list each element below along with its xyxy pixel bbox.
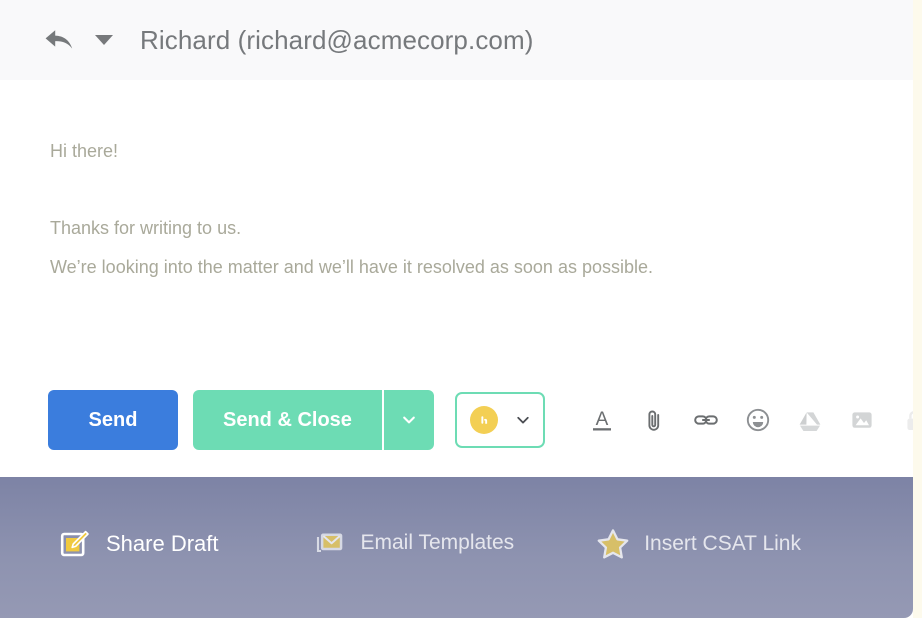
send-and-close-dropdown-button[interactable] <box>384 390 434 450</box>
compose-header: Richard (richard@acmecorp.com) <box>0 0 913 80</box>
snippet-selector-button[interactable] <box>454 392 545 448</box>
body-greeting: Hi there! <box>50 141 119 161</box>
envelope-icon <box>316 533 342 553</box>
email-templates-button[interactable]: Email Templates <box>315 527 515 559</box>
send-and-close-split-button: Send & Close <box>193 390 434 450</box>
svg-text:A: A <box>596 409 609 430</box>
email-templates-label: Email Templates <box>360 531 515 554</box>
badge-glyph-icon <box>481 416 488 424</box>
memo-pencil-icon <box>60 530 89 557</box>
formatting-toolbar: A <box>576 394 922 446</box>
send-button[interactable]: Send <box>48 390 178 450</box>
share-draft-label: Share Draft <box>106 531 219 556</box>
share-draft-button[interactable]: Share Draft <box>58 527 219 561</box>
bottom-action-bar: Share Draft Email Templates Insert CSAT … <box>0 477 913 618</box>
insert-csat-link-button[interactable]: Insert CSAT Link <box>596 527 801 561</box>
google-drive-icon[interactable] <box>784 394 836 446</box>
chevron-down-icon <box>517 416 529 424</box>
send-and-close-button[interactable]: Send & Close <box>193 390 382 450</box>
email-compose-window: Richard (richard@acmecorp.com) Hi there!… <box>0 0 922 618</box>
star-icon <box>597 529 629 559</box>
emoji-icon[interactable] <box>732 394 784 446</box>
avatar-badge-icon <box>469 406 498 434</box>
reply-arrow-icon[interactable] <box>44 27 74 53</box>
chevron-down-icon[interactable] <box>95 35 113 45</box>
text-format-icon[interactable]: A <box>576 394 628 446</box>
link-icon[interactable] <box>680 394 732 446</box>
body-line-1: Thanks for writing to us. <box>50 217 242 238</box>
right-edge-strip <box>913 0 922 618</box>
attachment-icon[interactable] <box>628 394 680 446</box>
compose-action-row: Send Send & Close A <box>0 389 921 451</box>
chevron-down-icon <box>403 416 415 424</box>
body-line-2: We’re looking into the matter and we’ll … <box>50 256 653 277</box>
insert-csat-link-label: Insert CSAT Link <box>644 532 801 555</box>
recipient-address: Richard (richard@acmecorp.com) <box>140 24 534 55</box>
image-icon[interactable] <box>836 394 888 446</box>
